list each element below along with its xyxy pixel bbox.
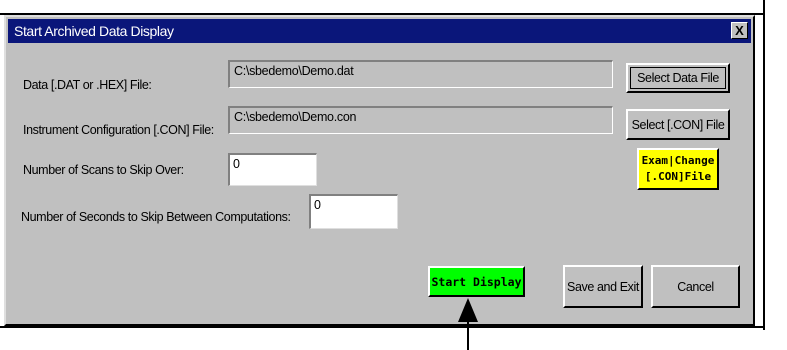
cancel-button[interactable]: Cancel [651, 265, 740, 308]
select-data-file-label: Select Data File [637, 71, 719, 85]
exam-change-con-file-button[interactable]: Exam|Change [.CON]File [637, 148, 719, 190]
start-display-label: Start Display [431, 274, 522, 289]
seconds-skip-input[interactable]: 0 [309, 194, 398, 229]
seconds-skip-label: Number of Seconds to Skip Between Comput… [21, 210, 291, 224]
scans-skip-label: Number of Scans to Skip Over: [23, 163, 184, 177]
save-and-exit-button[interactable]: Save and Exit [563, 265, 643, 308]
exam-change-line2: [.CON]File [644, 170, 712, 183]
select-con-file-label: Select [.CON] File [631, 117, 725, 132]
start-archived-data-dialog: Start Archived Data Display X Data [.DAT… [4, 15, 755, 326]
select-con-file-button[interactable]: Select [.CON] File [626, 109, 730, 140]
background-window-edge-right [763, 0, 765, 330]
data-file-label: Data [.DAT or .HEX] File: [23, 78, 152, 92]
config-file-label: Instrument Configuration [.CON] File: [23, 123, 214, 137]
title-bar[interactable]: Start Archived Data Display X [8, 19, 751, 43]
cancel-label: Cancel [677, 279, 714, 294]
scans-skip-input[interactable]: 0 [228, 153, 317, 186]
start-display-button[interactable]: Start Display [428, 266, 525, 297]
dialog-title: Start Archived Data Display [14, 23, 174, 39]
select-data-file-button[interactable]: Select Data File [626, 63, 730, 93]
background-window-edge-bottom [0, 326, 765, 328]
close-button[interactable]: X [731, 22, 748, 39]
save-and-exit-label: Save and Exit [567, 279, 639, 294]
close-icon: X [735, 23, 744, 38]
data-file-path: C:\sbedemo\Demo.dat [228, 60, 613, 88]
config-file-path: C:\sbedemo\Demo.con [228, 106, 613, 134]
pointer-arrow-shaft [467, 318, 469, 350]
exam-change-line1: Exam|Change [641, 154, 715, 167]
